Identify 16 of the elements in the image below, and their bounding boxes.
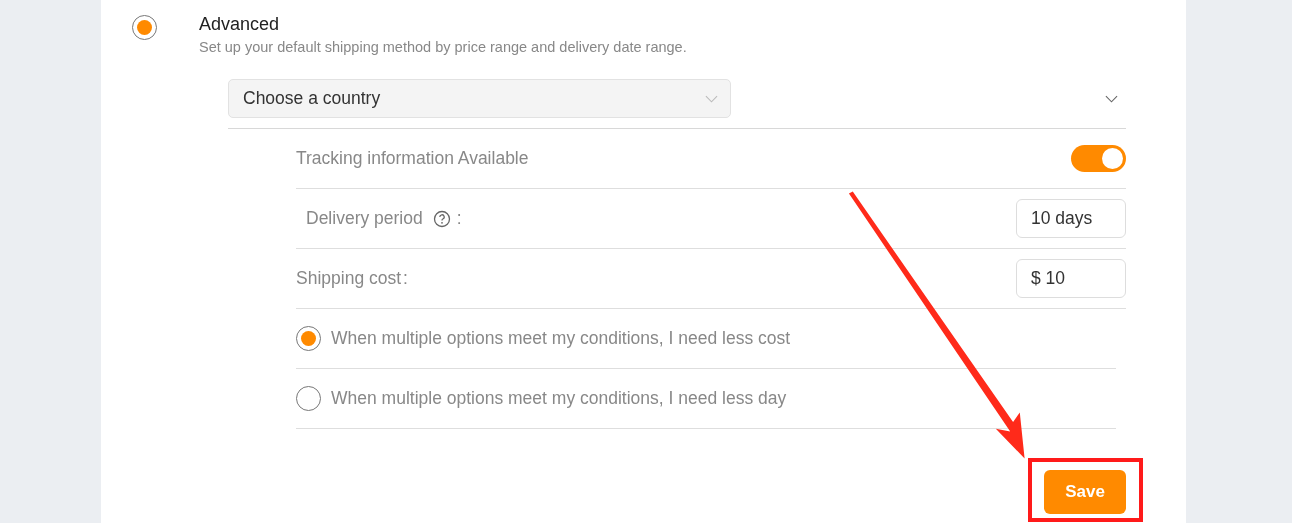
help-icon[interactable] <box>432 209 451 228</box>
colon: : <box>403 268 408 289</box>
colon: : <box>456 208 462 229</box>
option-description: Set up your default shipping method by price range and delivery date range. <box>199 39 687 55</box>
field-label: Delivery period <box>306 208 423 229</box>
chevron-down-icon <box>705 94 718 103</box>
option-title: Advanced <box>199 13 281 36</box>
country-dropdown[interactable]: Choose a country <box>228 79 731 118</box>
toggle-switch[interactable] <box>1071 145 1126 172</box>
tracking-label: Tracking information Available <box>296 148 529 169</box>
input-field[interactable]: 10 days <box>1016 199 1126 238</box>
option-label: When multiple options meet my conditions, I need less cost <box>331 328 791 349</box>
field-label: Shipping cost <box>296 268 402 289</box>
option-label: When multiple options meet my conditions, I need less day <box>331 388 787 409</box>
chevron-down-icon[interactable] <box>1105 94 1118 103</box>
input-field[interactable]: $ 10 <box>1016 259 1126 298</box>
